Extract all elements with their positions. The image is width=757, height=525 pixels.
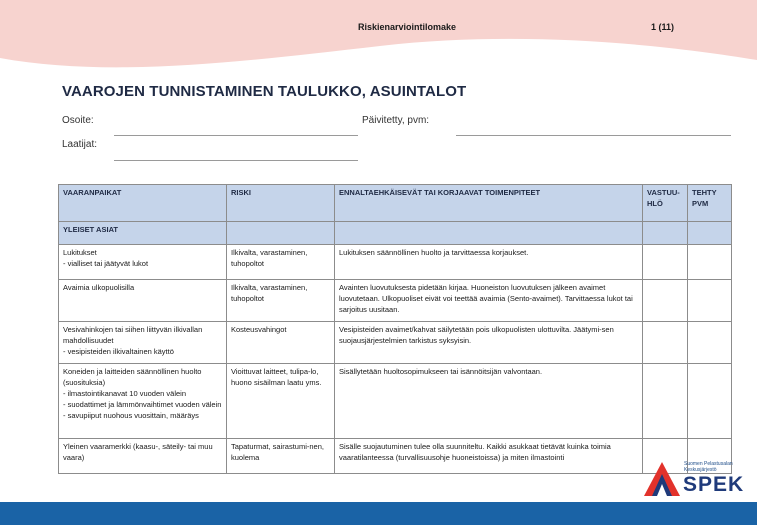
hazard-cell: Koneiden ja laitteiden säännöllinen huol…	[58, 363, 227, 439]
address-field[interactable]	[114, 135, 358, 136]
section-row: YLEISET ASIAT	[58, 221, 732, 245]
col-header-done-date: TEHTY PVM	[687, 184, 732, 222]
footer-bar	[0, 502, 757, 525]
page-number: 1 (11)	[651, 22, 675, 32]
done-date-cell[interactable]	[687, 244, 732, 280]
form-title: Riskienarviointilomake	[358, 22, 457, 32]
section-title: YLEISET ASIAT	[58, 221, 227, 245]
hazard-cell: Vesivahinkojen tai siihen liittyvän ilki…	[58, 321, 227, 364]
spek-triangle-icon	[644, 462, 680, 496]
table-header-row: VAARANPAIKAT RISKI ENNALTAEHKÄISEVÄT TAI…	[58, 184, 732, 222]
hazard-cell: Yleinen vaaramerkki (kaasu-, säteily- ta…	[58, 438, 227, 474]
done-date-cell[interactable]	[687, 321, 732, 364]
updated-field[interactable]	[456, 135, 731, 136]
risk-cell: Tapaturmat, sairastumi-nen, kuolema	[226, 438, 335, 474]
responsible-cell[interactable]	[642, 279, 688, 322]
table-cell	[226, 221, 335, 245]
hazard-table: VAARANPAIKAT RISKI ENNALTAEHKÄISEVÄT TAI…	[58, 184, 732, 474]
table-cell	[642, 221, 688, 245]
logo-wordmark: SPEK	[683, 473, 745, 496]
hazard-cell: Lukitukset - vialliset tai jäätyvät luko…	[58, 244, 227, 280]
responsible-cell[interactable]	[642, 363, 688, 439]
risk-cell: Kosteusvahingot	[226, 321, 335, 364]
responsible-cell[interactable]	[642, 321, 688, 364]
authors-label: Laatijat:	[62, 139, 98, 150]
action-cell: Sisällytetään huoltosopimukseen tai isän…	[334, 363, 643, 439]
col-header-actions: ENNALTAEHKÄISEVÄT TAI KORJAAVAT TOIMENPI…	[334, 184, 643, 222]
table-row: Avaimia ulkopuolisilla Ilkivalta, varast…	[58, 279, 732, 322]
table-cell	[687, 221, 732, 245]
action-cell: Vesipisteiden avaimet/kahvat säilytetään…	[334, 321, 643, 364]
risk-cell: Vioittuvat laitteet, tulipa-lo, huono si…	[226, 363, 335, 439]
table-row: Yleinen vaaramerkki (kaasu-, säteily- ta…	[58, 438, 732, 474]
updated-label: Päivitetty, pvm:	[362, 115, 430, 126]
table-row: Lukitukset - vialliset tai jäätyvät luko…	[58, 244, 732, 280]
table-row: Koneiden ja laitteiden säännöllinen huol…	[58, 363, 732, 439]
address-label: Osoite:	[62, 115, 94, 126]
authors-field[interactable]	[114, 160, 358, 161]
risk-cell: Ilkivalta, varastaminen, tuhopoltot	[226, 279, 335, 322]
risk-cell: Ilkivalta, varastaminen, tuhopoltot	[226, 244, 335, 280]
done-date-cell[interactable]	[687, 363, 732, 439]
table-cell	[334, 221, 643, 245]
col-header-hazards: VAARANPAIKAT	[58, 184, 227, 222]
col-header-responsible: VASTUU-HLÖ	[642, 184, 688, 222]
action-cell: Avainten luovutuksesta pidetään kirjaa. …	[334, 279, 643, 322]
table-row: Vesivahinkojen tai siihen liittyvän ilki…	[58, 321, 732, 364]
logo-org-name: Suomen Pelastusalan Keskusjärjestö	[684, 461, 733, 473]
done-date-cell[interactable]	[687, 279, 732, 322]
col-header-risk: RISKI	[226, 184, 335, 222]
responsible-cell[interactable]	[642, 244, 688, 280]
action-cell: Sisälle suojautuminen tulee olla suunnit…	[334, 438, 643, 474]
document-title: VAAROJEN TUNNISTAMINEN TAULUKKO, ASUINTA…	[62, 83, 467, 100]
action-cell: Lukituksen säännöllinen huolto ja tarvit…	[334, 244, 643, 280]
hazard-cell: Avaimia ulkopuolisilla	[58, 279, 227, 322]
